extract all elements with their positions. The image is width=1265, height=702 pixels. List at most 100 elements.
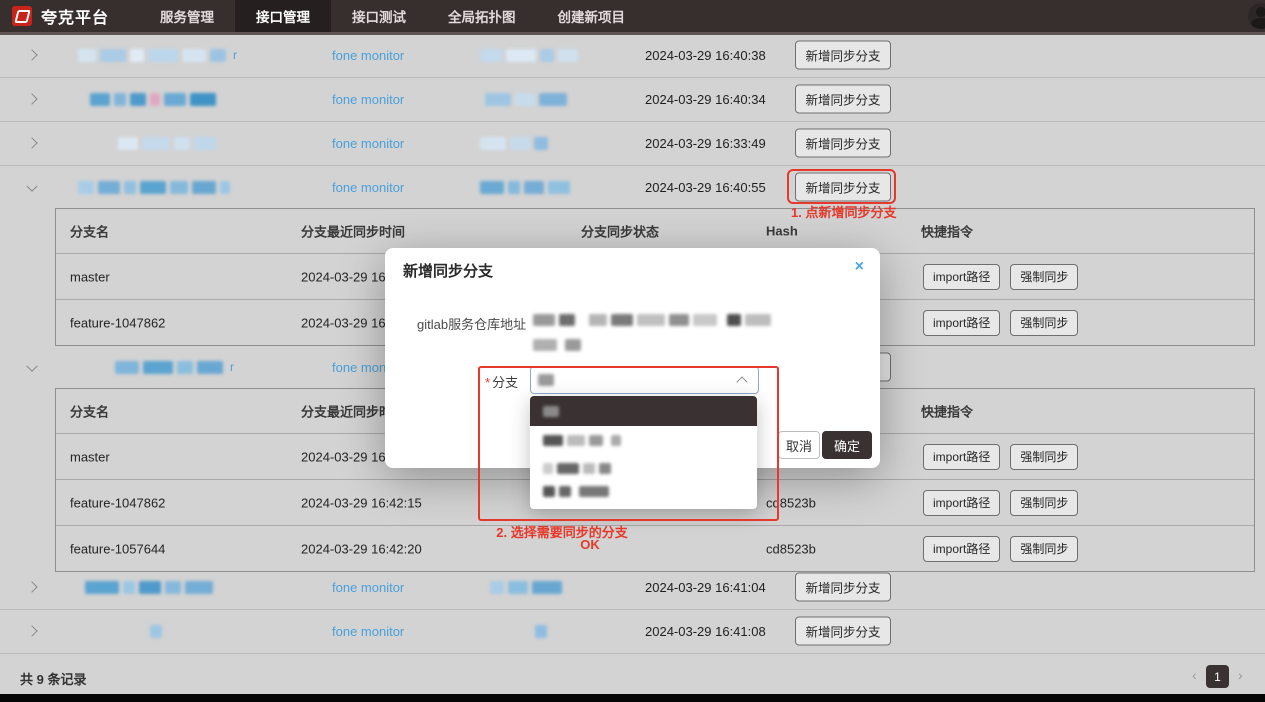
tab-service-management[interactable]: 服务管理 <box>139 0 235 32</box>
annotation-highlight-box <box>478 366 779 521</box>
redacted-chip <box>78 49 96 62</box>
redacted-chip <box>148 49 178 62</box>
fone-monitor-link[interactable]: fone monitor <box>332 77 404 121</box>
last-sync-time: 2024-03-29 16:40:34 <box>645 77 766 121</box>
table-row: fone monitor 2024-03-29 16:33:49 新增同步分支 <box>0 121 1265 166</box>
force-sync-button[interactable]: 强制同步 <box>1010 310 1078 336</box>
force-sync-button[interactable]: 强制同步 <box>1010 444 1078 470</box>
redacted-chip <box>150 625 162 638</box>
redacted-repo-url <box>533 314 775 326</box>
redacted-chip <box>114 93 126 106</box>
expand-icon[interactable] <box>26 49 37 60</box>
branch-sync-time: 2024-03-29 16:42:15 <box>301 495 422 510</box>
redacted-chip <box>170 181 188 194</box>
branch-sync-time: 2024-03-29 16: <box>301 269 389 284</box>
redacted-chip <box>532 581 562 594</box>
redacted-chip <box>508 581 528 594</box>
redacted-chip <box>510 137 530 150</box>
redacted-chip <box>534 137 548 150</box>
user-avatar-icon[interactable] <box>1248 3 1265 29</box>
expand-icon[interactable] <box>26 581 37 592</box>
fone-monitor-link[interactable]: fone monitor <box>332 121 404 165</box>
redacted-service-name <box>85 565 217 609</box>
table-row: fone monitor 2024-03-29 16:40:34 新增同步分支 <box>0 77 1265 122</box>
import-path-button[interactable]: import路径 <box>923 310 1000 336</box>
redacted-chip <box>192 181 216 194</box>
redacted-chip <box>118 137 138 150</box>
expand-icon[interactable] <box>26 625 37 636</box>
redacted-service-name <box>150 609 166 653</box>
redacted-chip <box>533 314 555 326</box>
import-path-button[interactable]: import路径 <box>923 264 1000 290</box>
col-branch-name: 分支名 <box>70 402 109 421</box>
col-commands: 快捷指令 <box>921 222 973 241</box>
pagination-page-1[interactable]: 1 <box>1206 665 1229 688</box>
redacted-chip <box>90 93 110 106</box>
cancel-button[interactable]: 取消 <box>778 431 820 459</box>
redacted-chip <box>177 361 193 374</box>
tab-create-project[interactable]: 创建新项目 <box>537 0 647 32</box>
redacted-chip <box>508 181 520 194</box>
redacted-chip <box>115 361 139 374</box>
redacted-service-name: r <box>115 345 234 389</box>
redacted-chip <box>611 314 633 326</box>
redacted-chip <box>98 181 120 194</box>
force-sync-button[interactable]: 强制同步 <box>1010 536 1078 562</box>
table-row-expanded: fone monitor 2024-03-29 16:40:55 新增同步分支 <box>0 165 1265 209</box>
import-path-button[interactable]: import路径 <box>923 536 1000 562</box>
redacted-chip <box>164 93 186 106</box>
table-row: fone monitor 2024-03-29 16:41:04 新增同步分支 <box>0 565 1265 610</box>
add-sync-branch-button[interactable]: 新增同步分支 <box>795 573 891 602</box>
fone-monitor-link[interactable]: fone monitor <box>332 33 404 77</box>
redacted-chip <box>174 137 190 150</box>
redacted-detail <box>535 609 551 653</box>
branch-name: master <box>70 269 110 284</box>
redacted-chip <box>130 93 146 106</box>
expand-icon[interactable] <box>26 93 37 104</box>
last-sync-time: 2024-03-29 16:40:38 <box>645 33 766 77</box>
redacted-detail <box>485 77 571 121</box>
redacted-chip <box>480 181 504 194</box>
redacted-chip <box>693 314 717 326</box>
add-sync-branch-button[interactable]: 新增同步分支 <box>795 41 891 70</box>
force-sync-button[interactable]: 强制同步 <box>1010 264 1078 290</box>
redacted-chip <box>548 181 570 194</box>
redacted-chip <box>220 181 230 194</box>
expand-icon[interactable] <box>26 137 37 148</box>
redacted-service-name <box>118 121 220 165</box>
redacted-service-name: r <box>78 33 237 77</box>
pagination-next-icon[interactable]: › <box>1238 667 1243 683</box>
fone-monitor-link[interactable]: fone monitor <box>332 165 404 209</box>
redacted-chip <box>142 137 170 150</box>
redacted-chip <box>130 49 144 62</box>
add-sync-branch-button[interactable]: 新增同步分支 <box>795 617 891 646</box>
add-sync-branch-button[interactable]: 新增同步分支 <box>795 129 891 158</box>
pagination-prev-icon[interactable]: ‹ <box>1192 667 1197 683</box>
redacted-chip <box>540 49 554 62</box>
tab-interface-test[interactable]: 接口测试 <box>331 0 427 32</box>
branch-name: feature-1047862 <box>70 495 165 510</box>
collapse-icon[interactable] <box>26 361 37 372</box>
gitlab-repo-label: gitlab服务仓库地址 <box>417 314 526 333</box>
add-sync-branch-button[interactable]: 新增同步分支 <box>795 85 891 114</box>
tab-interface-management[interactable]: 接口管理 <box>235 0 331 32</box>
top-navbar: 夸克平台 服务管理 接口管理 接口测试 全局拓扑图 创建新项目 <box>0 0 1265 35</box>
collapse-icon[interactable] <box>26 181 37 192</box>
redacted-chip <box>165 581 181 594</box>
redacted-chip <box>182 49 206 62</box>
redacted-chip <box>123 581 135 594</box>
redacted-chip <box>559 314 575 326</box>
fone-monitor-link[interactable]: fone monitor <box>332 565 404 609</box>
col-sync-time: 分支最近同步时间 <box>301 222 405 241</box>
redacted-chip <box>194 137 216 150</box>
tab-global-topology[interactable]: 全局拓扑图 <box>427 0 537 32</box>
redacted-chip <box>85 581 119 594</box>
import-path-button[interactable]: import路径 <box>923 444 1000 470</box>
redacted-chip <box>185 581 213 594</box>
redacted-chip <box>490 581 504 594</box>
force-sync-button[interactable]: 强制同步 <box>1010 490 1078 516</box>
close-icon[interactable]: × <box>855 258 864 276</box>
fone-monitor-link[interactable]: fone monitor <box>332 609 404 653</box>
import-path-button[interactable]: import路径 <box>923 490 1000 516</box>
confirm-button[interactable]: 确定 <box>822 431 872 459</box>
